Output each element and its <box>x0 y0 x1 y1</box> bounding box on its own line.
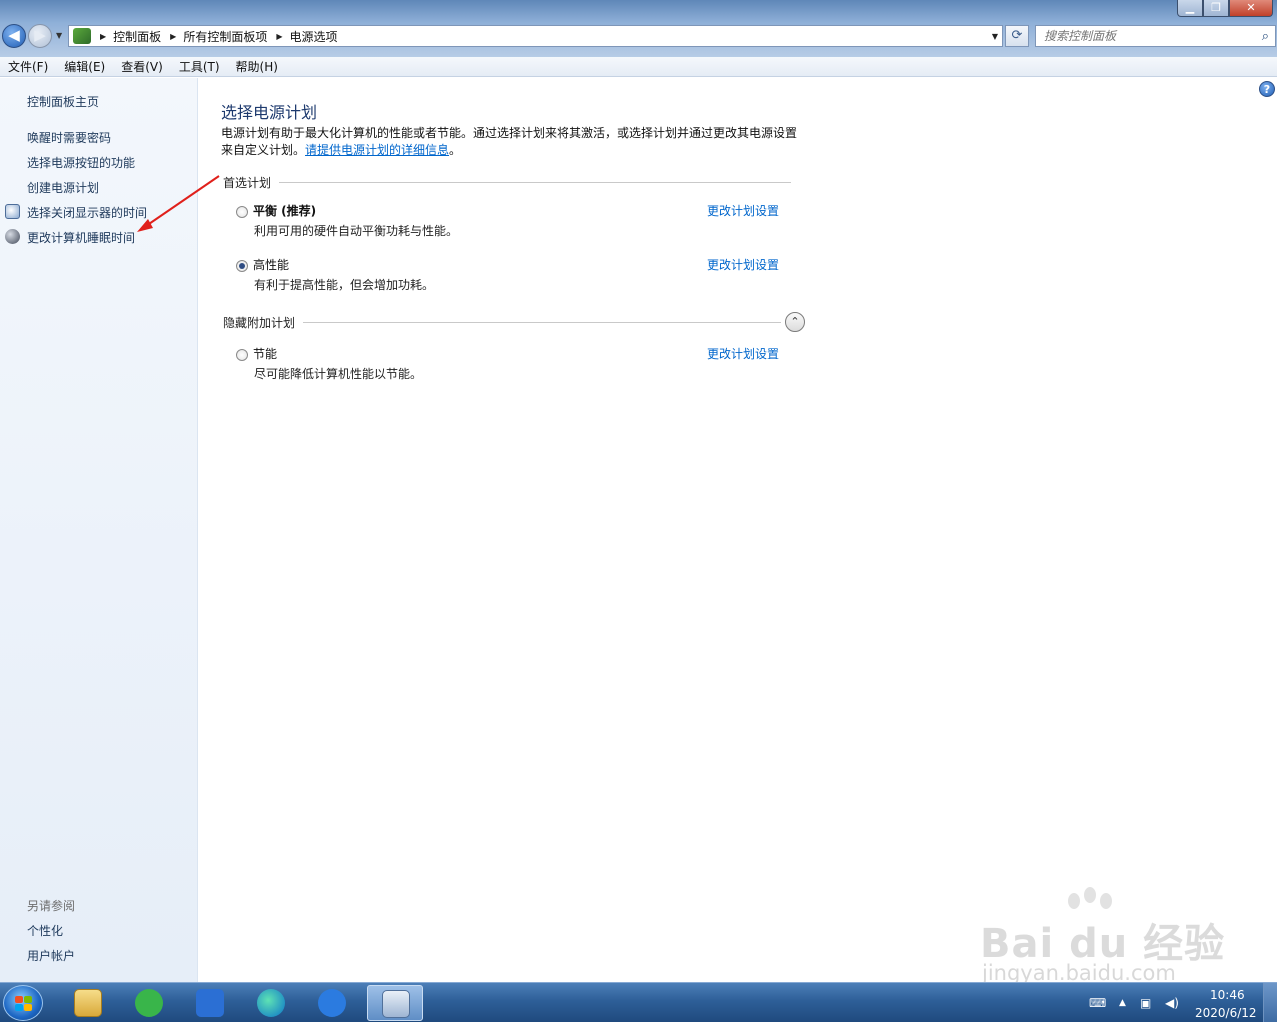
keyboard-icon[interactable]: ⌨ <box>1089 996 1106 1010</box>
feishu-icon <box>318 989 346 1017</box>
file-explorer-icon <box>74 989 102 1017</box>
clock-time[interactable]: 10:46 <box>1210 988 1245 1002</box>
page-title: 选择电源计划 <box>221 103 318 122</box>
breadcrumb-control-panel[interactable]: 控制面板 <box>113 28 161 45</box>
collapse-chevron-icon[interactable]: ⌃ <box>785 312 806 332</box>
baidu-watermark: Bai du 经验 jingyan.baidu.com <box>980 887 1224 987</box>
taskbar-control-panel[interactable] <box>367 985 423 1021</box>
wechat-icon <box>135 989 163 1017</box>
moon-icon <box>5 229 20 244</box>
intro-prefix: 来自定义计划。 <box>221 143 306 157</box>
close-button[interactable]: ✕ <box>1229 0 1273 17</box>
breadcrumb-separator-icon[interactable]: ▶ <box>276 32 282 41</box>
taskbar-feishu[interactable] <box>304 985 360 1021</box>
breadcrumb-separator-icon[interactable]: ▶ <box>170 32 176 41</box>
sidebar-create-power-plan[interactable]: 创建电源计划 <box>27 179 99 196</box>
navigation-bar: ◀ ▶ ▼ ▶ 控制面板 ▶ 所有控制面板项 ▶ 电源选项 ▼ ⟳ ⌕ <box>0 22 1277 50</box>
group-divider <box>279 182 792 183</box>
control-panel-icon <box>73 28 91 44</box>
intro-text: 电源计划有助于最大化计算机的性能或者节能。通过选择计划来将其激活，或选择计划并通… <box>221 125 811 159</box>
maximize-button[interactable]: ❐ <box>1203 0 1229 17</box>
menu-file[interactable]: 文件(F) <box>0 58 56 75</box>
clock-date[interactable]: 2020/6/12 <box>1195 1006 1257 1020</box>
search-box[interactable]: ⌕ <box>1035 25 1276 47</box>
recent-pages-dropdown[interactable]: ▼ <box>56 31 62 40</box>
address-dropdown-icon[interactable]: ▼ <box>992 32 998 41</box>
show-hidden-icons-icon[interactable]: ▲ <box>1119 998 1126 1008</box>
address-bar[interactable]: ▶ 控制面板 ▶ 所有控制面板项 ▶ 电源选项 ▼ <box>68 25 1003 47</box>
balanced-radio[interactable] <box>236 206 248 218</box>
task-pane: 控制面板主页 唤醒时需要密码 选择电源按钮的功能 创建电源计划 选择关闭显示器的… <box>0 78 198 982</box>
edge-icon <box>257 989 285 1017</box>
network-icon[interactable]: ▣ <box>1140 996 1151 1010</box>
window-titlebar: ▁ ❐ ✕ ◀ ▶ ▼ ▶ 控制面板 ▶ 所有控制面板项 ▶ 电源选项 ▼ ⟳ ⌕ <box>0 0 1277 57</box>
menu-bar: 文件(F) 编辑(E) 查看(V) 工具(T) 帮助(H) <box>0 57 1277 77</box>
power-saver-radio[interactable] <box>236 349 248 361</box>
minimize-button[interactable]: ▁ <box>1177 0 1203 17</box>
sidebar-sleep-time[interactable]: 更改计算机睡眠时间 <box>27 229 135 246</box>
sidebar-power-button-function[interactable]: 选择电源按钮的功能 <box>27 154 135 171</box>
windows-logo-icon <box>15 996 32 1011</box>
breadcrumb-power-options[interactable]: 电源选项 <box>290 28 338 45</box>
menu-tools[interactable]: 工具(T) <box>171 58 228 75</box>
monitor-clock-icon <box>5 204 20 219</box>
help-icon[interactable]: ? <box>1259 81 1275 97</box>
back-arrow-icon: ◀ <box>8 26 20 44</box>
change-plan-settings-link[interactable]: 更改计划设置 <box>707 202 779 219</box>
see-also-user-accounts[interactable]: 用户帐户 <box>27 947 75 964</box>
refresh-button[interactable]: ⟳ <box>1005 25 1029 47</box>
forward-button[interactable]: ▶ <box>28 24 52 48</box>
plan-description: 尽可能降低计算机性能以节能。 <box>254 367 423 381</box>
intro-line-2: 来自定义计划。请提供电源计划的详细信息。 <box>221 142 811 159</box>
intro-suffix: 。 <box>449 143 462 157</box>
wps-icon <box>196 989 224 1017</box>
caption-buttons: ▁ ❐ ✕ <box>1177 0 1273 17</box>
hidden-plans-group: 隐藏附加计划 ⌃ <box>223 312 806 332</box>
show-desktop-button[interactable] <box>1263 983 1277 1022</box>
see-also-heading: 另请参阅 <box>27 899 76 913</box>
main-content: ? 选择电源计划 电源计划有助于最大化计算机的性能或者节能。通过选择计划来将其激… <box>198 78 1277 982</box>
plan-name[interactable]: 高性能 <box>253 256 289 273</box>
taskbar: ⌨ ▲ ▣ ◀) 10:46 2020/6/12 <box>0 982 1277 1022</box>
taskbar-wechat[interactable] <box>121 985 177 1021</box>
group-divider <box>303 321 782 323</box>
breadcrumb-all-items[interactable]: 所有控制面板项 <box>183 28 267 45</box>
breadcrumb-separator-icon[interactable]: ▶ <box>100 32 106 41</box>
high-performance-radio[interactable] <box>236 260 248 272</box>
see-also-personalization[interactable]: 个性化 <box>27 922 63 939</box>
plan-description: 有利于提高性能，但会增加功耗。 <box>254 278 435 292</box>
back-button[interactable]: ◀ <box>2 24 26 48</box>
menu-edit[interactable]: 编辑(E) <box>56 58 113 75</box>
change-plan-settings-link[interactable]: 更改计划设置 <box>707 345 779 362</box>
hidden-plans-heading: 隐藏附加计划 <box>223 315 296 330</box>
volume-icon[interactable]: ◀) <box>1165 996 1179 1010</box>
change-plan-settings-link[interactable]: 更改计划设置 <box>707 256 779 273</box>
search-icon[interactable]: ⌕ <box>1262 29 1269 44</box>
preferred-plans-heading: 首选计划 <box>223 176 272 190</box>
menu-help[interactable]: 帮助(H) <box>228 58 286 75</box>
control-panel-icon <box>382 990 410 1018</box>
forward-arrow-icon: ▶ <box>34 26 46 44</box>
plan-details-link[interactable]: 请提供电源计划的详细信息 <box>305 143 449 157</box>
start-button[interactable] <box>3 985 43 1021</box>
taskbar-file-explorer[interactable] <box>60 985 116 1021</box>
sidebar-require-password[interactable]: 唤醒时需要密码 <box>27 129 111 146</box>
plan-description: 利用可用的硬件自动平衡功耗与性能。 <box>254 224 459 238</box>
sidebar-control-panel-home[interactable]: 控制面板主页 <box>27 93 99 110</box>
taskbar-wps[interactable] <box>182 985 238 1021</box>
sidebar-display-off-time[interactable]: 选择关闭显示器的时间 <box>27 204 147 221</box>
plan-name[interactable]: 平衡 (推荐) <box>253 202 316 219</box>
plan-name[interactable]: 节能 <box>253 345 277 362</box>
intro-line-1: 电源计划有助于最大化计算机的性能或者节能。通过选择计划来将其激活，或选择计划并通… <box>221 126 798 140</box>
taskbar-edge[interactable] <box>243 985 299 1021</box>
preferred-plans-group: 首选计划 <box>223 174 792 191</box>
menu-view[interactable]: 查看(V) <box>113 58 171 75</box>
search-input[interactable] <box>1044 29 1254 43</box>
